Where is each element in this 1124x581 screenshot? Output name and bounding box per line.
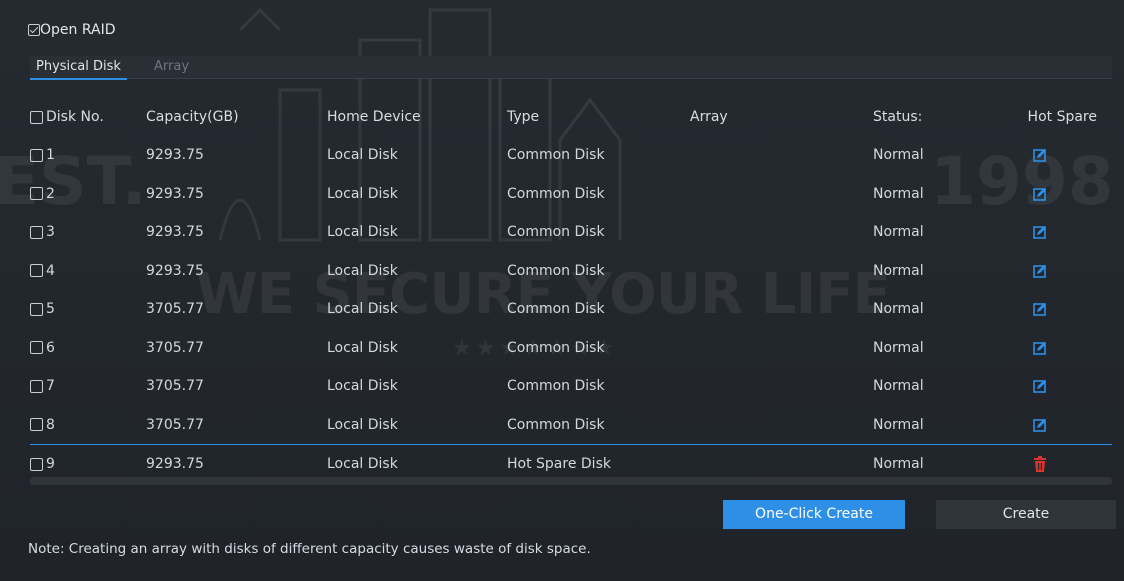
row-status: Normal <box>873 301 924 317</box>
create-button[interactable]: Create <box>936 500 1116 529</box>
row-checkbox[interactable] <box>30 418 43 431</box>
table-row[interactable]: 4 9293.75 Local Disk Common Disk Normal <box>30 252 1112 291</box>
edit-icon[interactable] <box>1010 290 1070 328</box>
row-disk-no-label: 5 <box>46 301 55 317</box>
row-checkbox[interactable] <box>30 457 43 471</box>
row-type: Common Disk <box>507 147 605 163</box>
open-raid-label: Open RAID <box>40 22 116 38</box>
row-capacity: 3705.77 <box>146 301 204 317</box>
row-disk-no[interactable]: 6 <box>30 329 55 367</box>
row-type: Common Disk <box>507 224 605 240</box>
row-home-device: Local Disk <box>327 185 398 202</box>
row-home-device: Local Disk <box>327 339 398 356</box>
row-disk-no[interactable]: 1 <box>30 136 55 174</box>
tab-array[interactable]: Array <box>148 56 195 78</box>
row-home-device: Local Disk <box>327 147 398 163</box>
row-home-device: Local Disk <box>327 378 398 394</box>
header-type: Type <box>507 109 540 125</box>
row-disk-no-label: 8 <box>46 416 55 433</box>
row-home-device: Local Disk <box>327 301 398 317</box>
table-row[interactable]: 1 9293.75 Local Disk Common Disk Normal <box>30 136 1112 175</box>
header-disk-no-label: Disk No. <box>46 109 104 125</box>
row-type: Common Disk <box>507 378 605 394</box>
row-checkbox[interactable] <box>30 225 43 239</box>
one-click-create-button[interactable]: One-Click Create <box>723 500 905 529</box>
row-checkbox[interactable] <box>30 341 43 354</box>
row-capacity: 9293.75 <box>146 262 204 279</box>
edit-icon[interactable] <box>1010 329 1070 367</box>
row-home-device: Local Disk <box>327 416 398 433</box>
row-status: Normal <box>873 185 924 202</box>
header-home-device: Home Device <box>327 109 421 125</box>
row-status: Normal <box>873 378 924 394</box>
row-checkbox[interactable] <box>30 148 43 162</box>
header-capacity: Capacity(GB) <box>146 109 239 125</box>
row-type: Common Disk <box>507 185 605 202</box>
row-status: Normal <box>873 339 924 356</box>
row-capacity: 9293.75 <box>146 224 204 240</box>
header-status: Status: <box>873 109 923 125</box>
edit-icon[interactable] <box>1010 367 1070 405</box>
row-type: Common Disk <box>507 416 605 433</box>
edit-icon[interactable] <box>1010 213 1070 251</box>
note-text: Note: Creating an array with disks of di… <box>28 541 591 557</box>
select-all-checkbox[interactable] <box>30 110 43 124</box>
row-capacity: 3705.77 <box>146 416 204 433</box>
disk-table: Disk No. Capacity(GB) Home Device Type A… <box>30 98 1112 483</box>
row-disk-no-label: 7 <box>46 378 55 394</box>
row-disk-no[interactable]: 7 <box>30 367 55 405</box>
row-home-device: Local Disk <box>327 224 398 240</box>
table-row[interactable]: 8 3705.77 Local Disk Common Disk Normal <box>30 406 1112 445</box>
checkbox-checked-icon[interactable] <box>28 24 40 36</box>
row-home-device: Local Disk <box>327 262 398 279</box>
row-capacity: 9293.75 <box>146 147 204 163</box>
row-capacity: 3705.77 <box>146 378 204 394</box>
row-type: Common Disk <box>507 262 605 279</box>
table-row[interactable]: 5 3705.77 Local Disk Common Disk Normal <box>30 290 1112 329</box>
row-status: Normal <box>873 224 924 240</box>
row-checkbox[interactable] <box>30 379 43 393</box>
row-checkbox[interactable] <box>30 264 43 277</box>
row-disk-no-label: 6 <box>46 339 55 356</box>
edit-icon[interactable] <box>1010 136 1070 174</box>
horizontal-scrollbar[interactable] <box>30 477 1112 485</box>
header-disk-no[interactable]: Disk No. <box>30 98 104 136</box>
row-disk-no[interactable]: 3 <box>30 213 55 251</box>
table-row[interactable]: 2 9293.75 Local Disk Common Disk Normal <box>30 175 1112 214</box>
table-row[interactable]: 6 3705.77 Local Disk Common Disk Normal <box>30 329 1112 368</box>
row-status: Normal <box>873 416 924 433</box>
edit-icon[interactable] <box>1010 252 1070 290</box>
row-type: Common Disk <box>507 339 605 356</box>
tab-physical-disk[interactable]: Physical Disk <box>30 56 127 80</box>
table-row[interactable]: 7 3705.77 Local Disk Common Disk Normal <box>30 367 1112 406</box>
table-header: Disk No. Capacity(GB) Home Device Type A… <box>30 98 1112 136</box>
edit-icon[interactable] <box>1010 175 1070 213</box>
table-body: 1 9293.75 Local Disk Common Disk Normal 2 9293… <box>30 136 1112 483</box>
edit-icon[interactable] <box>1010 406 1070 444</box>
table-row[interactable]: 3 9293.75 Local Disk Common Disk Normal <box>30 213 1112 252</box>
row-type: Common Disk <box>507 301 605 317</box>
row-disk-no-label: 2 <box>46 185 55 202</box>
raid-panel: EST. 1998 WE SECURE YOUR LIFE ★★★★★★★ Op… <box>0 0 1124 581</box>
row-capacity: 3705.77 <box>146 339 204 356</box>
header-hot-spare: Hot Spare <box>1027 109 1097 125</box>
row-disk-no[interactable]: 5 <box>30 290 55 328</box>
row-disk-no-label: 1 <box>46 147 55 163</box>
row-capacity: 9293.75 <box>146 185 204 202</box>
header-array: Array <box>690 109 728 125</box>
row-checkbox[interactable] <box>30 302 43 316</box>
row-disk-no-label: 3 <box>46 224 55 240</box>
row-disk-no[interactable]: 4 <box>30 252 55 290</box>
row-status: Normal <box>873 147 924 163</box>
row-checkbox[interactable] <box>30 187 43 200</box>
row-disk-no[interactable]: 8 <box>30 406 55 444</box>
tab-bar: Physical Disk Array <box>30 56 1112 80</box>
open-raid-checkbox[interactable]: Open RAID <box>28 22 116 38</box>
row-disk-no[interactable]: 2 <box>30 175 55 213</box>
row-status: Normal <box>873 262 924 279</box>
row-disk-no-label: 4 <box>46 262 55 279</box>
